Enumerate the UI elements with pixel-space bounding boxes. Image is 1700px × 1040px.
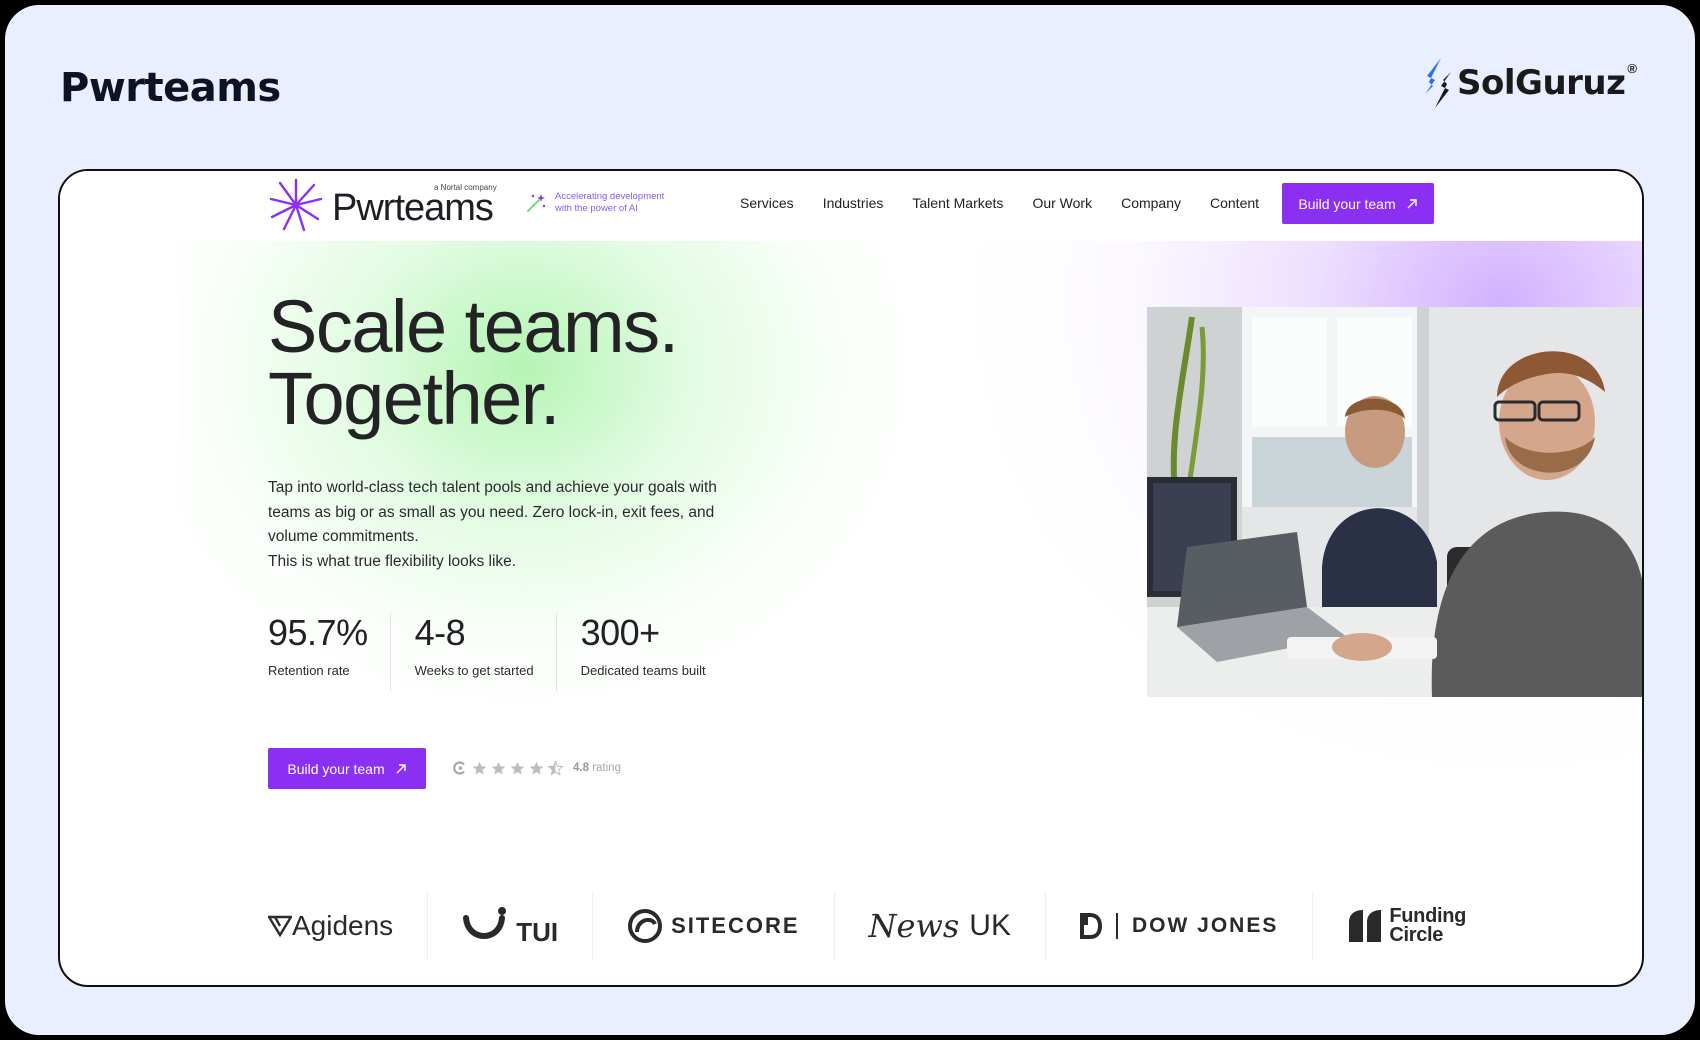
website-frame: Pwrteams a Nortal company Accelerating d… <box>58 169 1644 987</box>
logo-subtitle: a Nortal company <box>434 183 497 192</box>
tui-smile-icon <box>463 907 507 939</box>
star-icon <box>510 761 525 775</box>
office-photo-illustration <box>1147 307 1642 697</box>
arrow-up-right-icon <box>1407 198 1417 208</box>
partner-logos: Agidens TUI SITECORE News UK DOW JONES F… <box>268 891 1500 961</box>
brand-name: SolGuruz <box>1457 63 1626 103</box>
stat-value: 300+ <box>580 612 661 653</box>
uk-wordmark: UK <box>969 909 1011 942</box>
stat-label: Retention rate <box>268 663 350 678</box>
sitecore-mark-icon <box>628 909 663 943</box>
rating-value: 4.8 <box>573 762 589 774</box>
funding-circle-mark-icon <box>1349 910 1382 942</box>
nav-build-team-button[interactable]: Build your team <box>1282 183 1434 224</box>
logo-wordmark: Pwrteams <box>332 187 494 229</box>
partner-dow-jones: DOW JONES <box>1046 891 1314 961</box>
half-star-icon <box>548 760 563 776</box>
news-wordmark: News <box>868 907 960 945</box>
partner-sitecore: SITECORE <box>593 891 835 961</box>
star-icon <box>529 761 544 775</box>
clutch-logo-icon <box>453 761 465 775</box>
partner-news-uk: News UK <box>835 891 1046 961</box>
description-line-1: Tap into world-class tech talent pools a… <box>268 479 717 545</box>
partner-tui: TUI <box>428 891 594 961</box>
dow-jones-mark-icon <box>1079 913 1102 939</box>
slide-background: Pwrteams SolGuruz ® Pwrteams a Nortal co… <box>5 5 1695 1035</box>
nav-links: Services Industries Talent Markets Our W… <box>740 195 1288 211</box>
agidens-mark-icon <box>268 915 292 937</box>
pwrteams-logo[interactable]: Pwrteams a Nortal company <box>268 177 497 233</box>
stats-row: 95.7% Retention rate 4-8 Weeks to get st… <box>268 613 752 691</box>
nav-industries[interactable]: Industries <box>823 195 884 211</box>
sitecore-name: SITECORE <box>671 913 800 938</box>
partner-agidens: Agidens <box>268 891 429 961</box>
magic-wand-icon <box>527 194 546 212</box>
ai-tagline: Accelerating development with the power … <box>525 191 675 215</box>
description-line-2: This is what true flexibility looks like… <box>268 552 517 570</box>
divider-bar <box>1115 913 1118 939</box>
starburst-icon <box>269 178 323 232</box>
rating-text: 4.8 rating <box>573 762 621 774</box>
nav-talent-markets[interactable]: Talent Markets <box>912 195 1003 211</box>
arrow-up-right-icon <box>396 763 406 773</box>
star-icon <box>472 761 487 775</box>
headline-line-1: Scale teams. <box>268 285 679 368</box>
stat-value: 4-8 <box>414 612 466 653</box>
solguruz-logo: SolGuruz ® <box>1421 53 1637 113</box>
agidens-name: Agidens <box>292 910 394 941</box>
funding-circle-wordmark: Funding Circle <box>1389 906 1466 946</box>
stat-weeks: 4-8 Weeks to get started <box>415 613 557 691</box>
hero-photo <box>1147 307 1642 697</box>
partner-funding-circle: Funding Circle <box>1313 891 1500 961</box>
solguruz-mark-icon <box>1425 58 1452 108</box>
hero-description: Tap into world-class tech talent pools a… <box>268 476 738 574</box>
headline-line-2: Together. <box>268 357 560 440</box>
star-icon <box>491 761 506 775</box>
nav-content[interactable]: Content <box>1210 195 1259 211</box>
registered-mark: ® <box>1627 61 1637 76</box>
tagline-text: Accelerating development with the power … <box>555 191 665 214</box>
nav-company[interactable]: Company <box>1121 195 1181 211</box>
circle-line: Circle <box>1389 924 1444 946</box>
nav-services[interactable]: Services <box>740 195 794 211</box>
rating-label: rating <box>592 762 621 774</box>
stat-teams: 300+ Dedicated teams built <box>581 613 728 691</box>
stat-value: 95.7% <box>268 612 368 653</box>
hero-cta-label: Build your team <box>287 760 385 777</box>
slide-title: Pwrteams <box>60 65 281 111</box>
top-nav: Pwrteams a Nortal company Accelerating d… <box>60 171 1642 241</box>
dow-jones-name: DOW JONES <box>1131 914 1279 937</box>
nav-our-work[interactable]: Our Work <box>1032 195 1092 211</box>
stat-retention: 95.7% Retention rate <box>268 613 391 691</box>
nav-cta-label: Build your team <box>1298 195 1396 212</box>
stat-label: Dedicated teams built <box>580 663 706 678</box>
clutch-rating[interactable]: 4.8 rating <box>452 760 621 776</box>
hero-build-team-button[interactable]: Build your team <box>268 748 426 789</box>
hero-headline: Scale teams. Together. <box>268 285 679 440</box>
tui-name: TUI <box>516 916 559 947</box>
stat-label: Weeks to get started <box>414 663 534 678</box>
